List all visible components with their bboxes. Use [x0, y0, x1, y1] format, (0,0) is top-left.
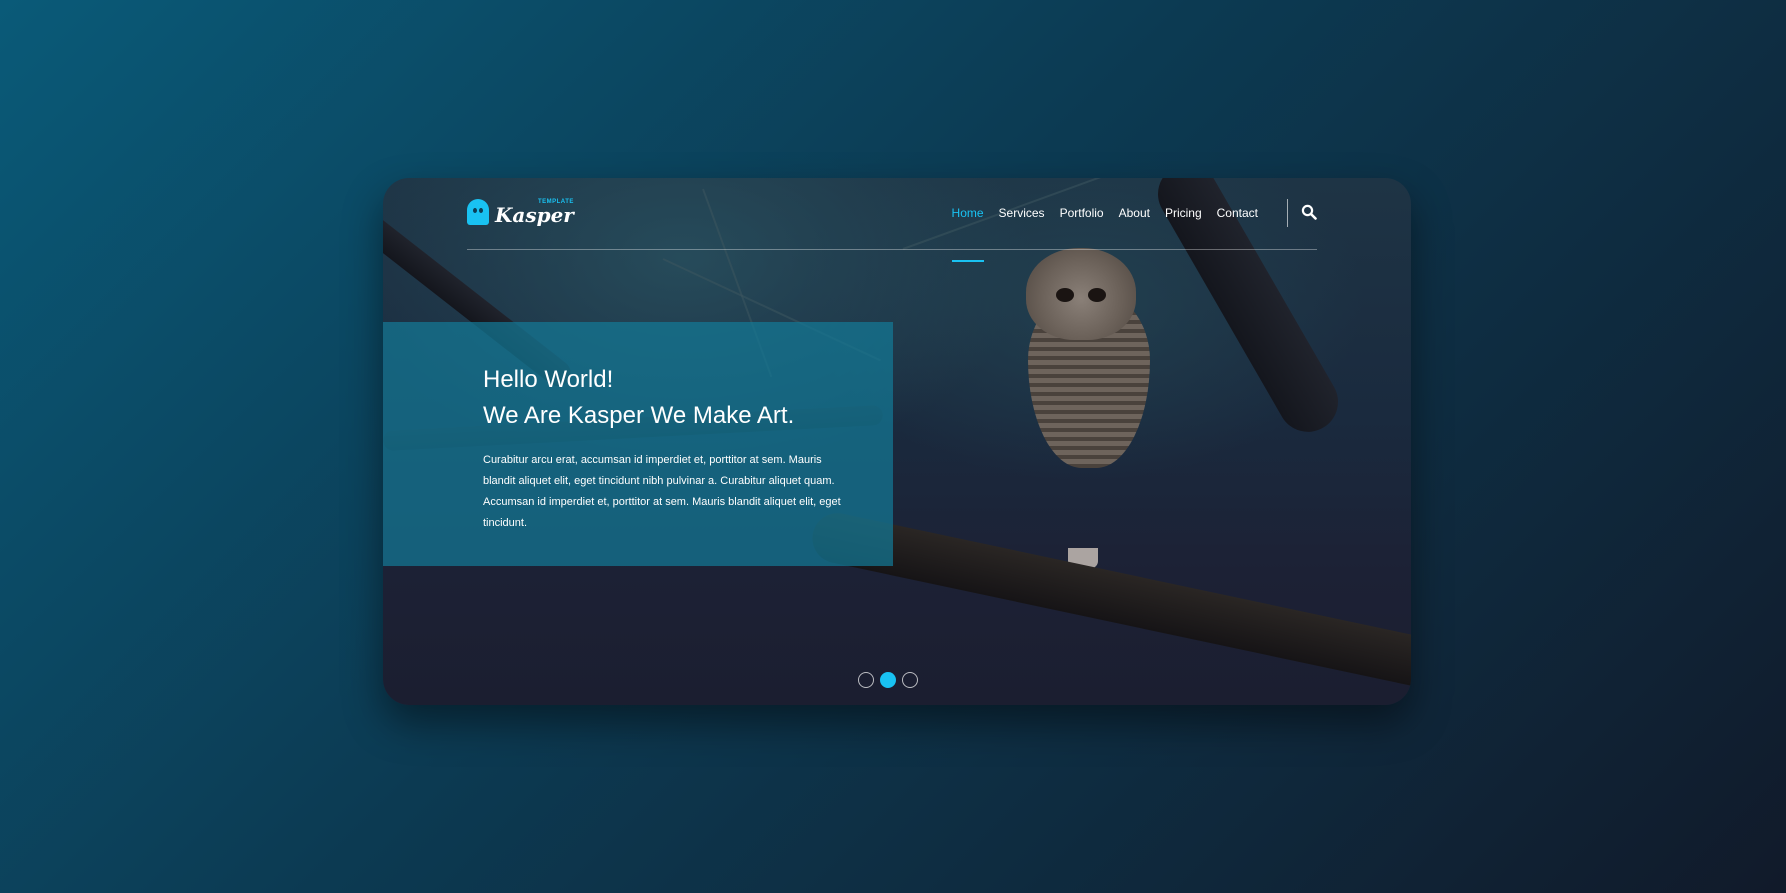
slider-dot-2[interactable] — [880, 672, 896, 688]
hero-title-line2: We Are Kasper We Make Art. — [483, 402, 795, 429]
hero-body: Curabitur arcu erat, accumsan id imperdi… — [483, 454, 841, 529]
nav-divider — [1287, 199, 1288, 227]
logo-text: Kasper — [495, 203, 574, 227]
nav-item-contact[interactable]: Contact — [1217, 206, 1258, 246]
search-icon[interactable] — [1301, 204, 1317, 220]
hero-panel: Hello World! We Are Kasper We Make Art. … — [383, 322, 893, 566]
nav-item-about[interactable]: About — [1119, 206, 1150, 246]
logo[interactable]: TEMPLATE Kasper — [467, 197, 574, 227]
hero-title: Hello World! We Are Kasper We Make Art. — [483, 362, 853, 434]
nav-item-pricing[interactable]: Pricing — [1165, 206, 1202, 246]
owl-image — [1018, 248, 1158, 570]
nav-item-home[interactable]: Home — [951, 206, 984, 262]
nav-item-portfolio[interactable]: Portfolio — [1060, 206, 1104, 246]
slider-dots — [858, 672, 918, 688]
slider-dot-3[interactable] — [902, 672, 918, 688]
ghost-icon — [467, 199, 489, 225]
hero-card: TEMPLATE Kasper Home Services Portfolio … — [383, 178, 1411, 705]
main-nav: Home Services Portfolio About Pricing Co… — [951, 206, 1258, 262]
logo-tagline: TEMPLATE — [537, 199, 574, 205]
site-header: TEMPLATE Kasper Home Services Portfolio … — [467, 178, 1317, 262]
nav-item-services[interactable]: Services — [999, 206, 1045, 246]
slider-dot-1[interactable] — [858, 672, 874, 688]
hero-title-line1: Hello World! — [483, 366, 614, 393]
